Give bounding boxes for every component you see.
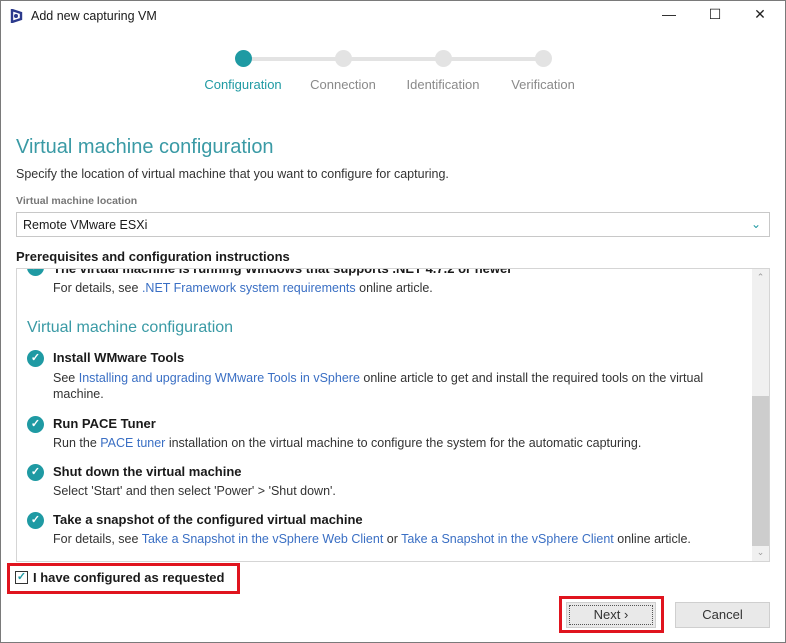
step-dot-identification <box>435 50 452 67</box>
check-circle-icon: ✓ <box>27 416 44 433</box>
item-title: Take a snapshot of the configured virtua… <box>53 512 363 527</box>
app-logo-icon <box>10 9 23 23</box>
close-button[interactable]: ✕ <box>745 6 775 26</box>
step-dot-configuration <box>235 50 252 67</box>
check-circle-icon: ✓ <box>27 350 44 367</box>
check-circle-icon: ✓ <box>27 464 44 481</box>
cancel-button[interactable]: Cancel <box>675 602 770 628</box>
item-title: Install WMware Tools <box>53 350 185 365</box>
confirm-label[interactable]: I have configured as requested <box>33 570 224 585</box>
item-desc: For details, see Take a Snapshot in the … <box>53 532 691 546</box>
title-bar: Add new capturing VM — ☐ ✕ <box>0 0 786 32</box>
check-circle-icon: ✓ <box>27 269 44 276</box>
link[interactable]: Installing and upgrading WMware Tools in… <box>79 371 360 385</box>
step-label: Connection <box>310 77 376 92</box>
instructions-panel: ✓ The virtual machine is running Windows… <box>16 268 770 562</box>
check-circle-icon: ✓ <box>27 512 44 529</box>
item-desc: See Installing and upgrading WMware Tool… <box>53 371 704 401</box>
item-title: Shut down the virtual machine <box>53 464 242 479</box>
confirm-checkbox[interactable]: ✓ <box>15 571 28 584</box>
scrollbar-thumb[interactable] <box>752 396 769 546</box>
step-label: Verification <box>511 77 575 92</box>
page-subtitle: Specify the location of virtual machine … <box>16 167 449 181</box>
minimize-button[interactable]: — <box>654 6 684 26</box>
item-title: The virtual machine is running Windows t… <box>53 268 513 276</box>
maximize-button[interactable]: ☐ <box>700 6 730 26</box>
scroll-down-icon[interactable]: ⌄ <box>752 547 769 558</box>
step-label: Configuration <box>204 77 282 92</box>
prereq-label: Prerequisites and configuration instruct… <box>16 249 290 264</box>
location-value: Remote VMware ESXi <box>23 218 148 232</box>
link[interactable]: Take a Snapshot in the vSphere Client <box>401 532 614 546</box>
section-heading: Virtual machine configuration <box>27 319 234 336</box>
page-title: Virtual machine configuration <box>16 136 274 158</box>
location-label: Virtual machine location <box>16 195 138 207</box>
location-select[interactable]: Remote VMware ESXi ⌄ <box>16 212 770 237</box>
window-title: Add new capturing VM <box>31 9 157 23</box>
link[interactable]: PACE tuner <box>100 436 165 450</box>
chevron-down-icon: ⌄ <box>750 217 761 231</box>
link[interactable]: .NET Framework system requirements <box>142 281 356 295</box>
step-dot-verification <box>535 50 552 67</box>
item-desc: Run the PACE tuner installation on the v… <box>53 436 642 450</box>
item-desc: Select 'Start' and then select 'Power' >… <box>53 484 336 498</box>
next-button[interactable]: Next › <box>566 602 656 628</box>
item-title: Run PACE Tuner <box>53 416 156 431</box>
link[interactable]: Take a Snapshot in the vSphere Web Clien… <box>142 532 384 546</box>
scroll-up-icon[interactable]: ⌃ <box>752 272 769 283</box>
scrollbar[interactable]: ⌃ ⌄ <box>752 269 769 561</box>
stepper-track <box>251 57 543 61</box>
step-dot-connection <box>335 50 352 67</box>
item-desc: For details, see .NET Framework system r… <box>53 281 433 295</box>
step-label: Identification <box>406 77 480 92</box>
